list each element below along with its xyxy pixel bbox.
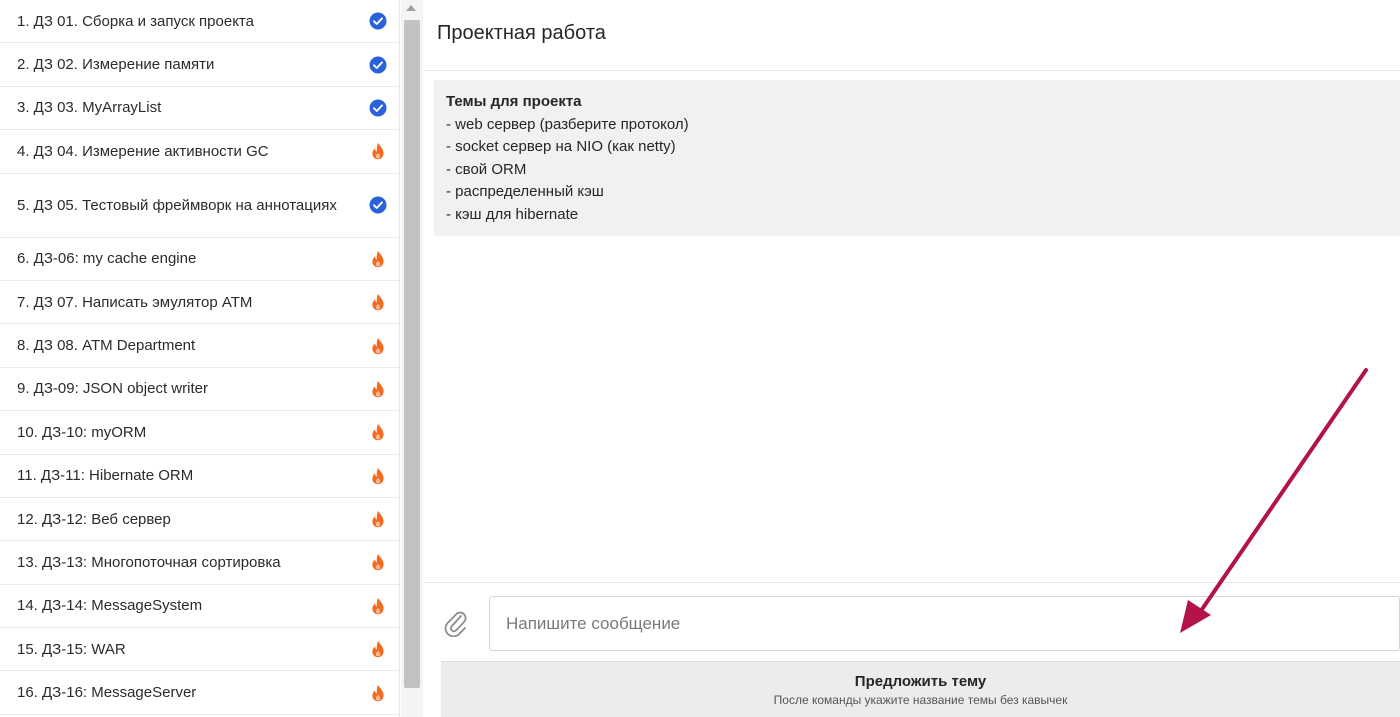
title-divider — [424, 70, 1400, 71]
sidebar-item-label: 9. ДЗ-09: JSON object writer — [17, 380, 208, 398]
suggest-topic-button[interactable]: Предложить тему После команды укажите на… — [441, 661, 1400, 717]
chat-title: Проектная работа — [437, 22, 606, 44]
sidebar-item-13[interactable]: 13. ДЗ-13: Многопоточная сортировка — [0, 541, 399, 585]
paperclip-icon[interactable] — [442, 609, 468, 638]
suggest-topic-hint: После команды укажите название темы без … — [773, 692, 1068, 707]
sidebar-item-7[interactable]: 7. ДЗ 07. Написать эмулятор ATM — [0, 281, 399, 325]
sidebar-scrollbar[interactable] — [401, 0, 423, 717]
sidebar-item-label: 15. ДЗ-15: WAR — [17, 640, 126, 658]
sidebar-item-label: 2. ДЗ 02. Измерение памяти — [17, 56, 215, 74]
sidebar-item-14[interactable]: 14. ДЗ-14: MessageSystem — [0, 585, 399, 629]
sidebar-item-1[interactable]: 1. ДЗ 01. Сборка и запуск проекта — [0, 0, 399, 44]
sidebar-item-label: 13. ДЗ-13: Многопоточная сортировка — [17, 553, 281, 571]
homework-list: 1. ДЗ 01. Сборка и запуск проекта 2. ДЗ 0… — [0, 0, 399, 715]
message-line: - кэш для hibernate — [446, 205, 579, 223]
flame-icon — [369, 467, 387, 485]
sidebar-item-4[interactable]: 4. ДЗ 04. Измерение активности GC — [0, 130, 399, 174]
sidebar-item-8[interactable]: 8. ДЗ 08. ATM Department — [0, 324, 399, 368]
suggest-topic-label: Предложить тему — [854, 672, 987, 690]
sidebar-item-10[interactable]: 10. ДЗ-10: myORM — [0, 411, 399, 455]
sidebar-item-label: 10. ДЗ-10: myORM — [17, 423, 147, 441]
sidebar-item-label: 8. ДЗ 08. ATM Department — [17, 337, 196, 355]
sidebar-item-label: 11. ДЗ-11: Hibernate ORM — [17, 467, 194, 485]
sidebar-item-11[interactable]: 11. ДЗ-11: Hibernate ORM — [0, 455, 399, 498]
sidebar-item-9[interactable]: 9. ДЗ-09: JSON object writer — [0, 368, 399, 412]
sidebar-item-16[interactable]: 16. ДЗ-16: MessageServer — [0, 671, 399, 715]
sidebar-item-label: 4. ДЗ 04. Измерение активности GC — [17, 142, 269, 160]
flame-icon — [369, 684, 387, 702]
sidebar-item-2[interactable]: 2. ДЗ 02. Измерение памяти — [0, 43, 399, 87]
sidebar-item-label: 12. ДЗ-12: Веб сервер — [17, 510, 171, 528]
sidebar-item-15[interactable]: 15. ДЗ-15: WAR — [0, 628, 399, 672]
check-circle-icon — [369, 12, 387, 30]
sidebar-item-label: 3. ДЗ 03. MyArrayList — [17, 99, 162, 117]
chat-panel: Проектная работа Темы для проекта - web … — [424, 0, 1400, 717]
sidebar-item-6[interactable]: 6. ДЗ-06: my cache engine — [0, 238, 399, 281]
check-circle-icon — [369, 99, 387, 117]
message-input[interactable] — [489, 596, 1400, 651]
sidebar-item-5[interactable]: 5. ДЗ 05. Тестовый фреймворк на аннотаци… — [0, 174, 399, 238]
flame-icon — [369, 142, 387, 160]
flame-icon — [369, 337, 387, 355]
message-line: - распределенный кэш — [446, 183, 604, 200]
check-circle-icon — [369, 196, 387, 214]
flame-icon — [369, 250, 387, 268]
sidebar-item-label: 1. ДЗ 01. Сборка и запуск проекта — [17, 12, 254, 30]
flame-icon — [369, 293, 387, 311]
sidebar-item-label: 7. ДЗ 07. Написать эмулятор ATM — [17, 293, 253, 311]
sidebar-item-3[interactable]: 3. ДЗ 03. MyArrayList — [0, 87, 399, 131]
homework-sidebar: 1. ДЗ 01. Сборка и запуск проекта 2. ДЗ 0… — [0, 0, 400, 717]
composer-divider — [424, 582, 1400, 583]
flame-icon — [369, 553, 387, 571]
message-line: - web сервер (разберите протокол) — [446, 115, 689, 133]
sidebar-item-label: 6. ДЗ-06: my cache engine — [17, 250, 197, 268]
flame-icon — [369, 423, 387, 441]
sidebar-item-label: 5. ДЗ 05. Тестовый фреймворк на аннотаци… — [17, 196, 337, 214]
scrollbar-thumb[interactable] — [404, 20, 420, 688]
message-bubble: Темы для проекта - web сервер (разберите… — [434, 80, 1400, 236]
flame-icon — [369, 380, 387, 398]
check-circle-icon — [369, 56, 387, 74]
sidebar-item-label: 14. ДЗ-14: MessageSystem — [17, 597, 203, 615]
message-line: - свой ORM — [446, 160, 527, 178]
flame-icon — [369, 510, 387, 528]
sidebar-item-12[interactable]: 12. ДЗ-12: Веб сервер — [0, 498, 399, 542]
flame-icon — [369, 597, 387, 615]
sidebar-item-label: 16. ДЗ-16: MessageServer — [17, 684, 197, 702]
message-heading: Темы для проекта — [446, 93, 582, 110]
flame-icon — [369, 640, 387, 658]
scroll-up-arrow-icon[interactable] — [406, 5, 416, 11]
message-line: - socket сервер на NIO (как netty) — [446, 138, 676, 155]
